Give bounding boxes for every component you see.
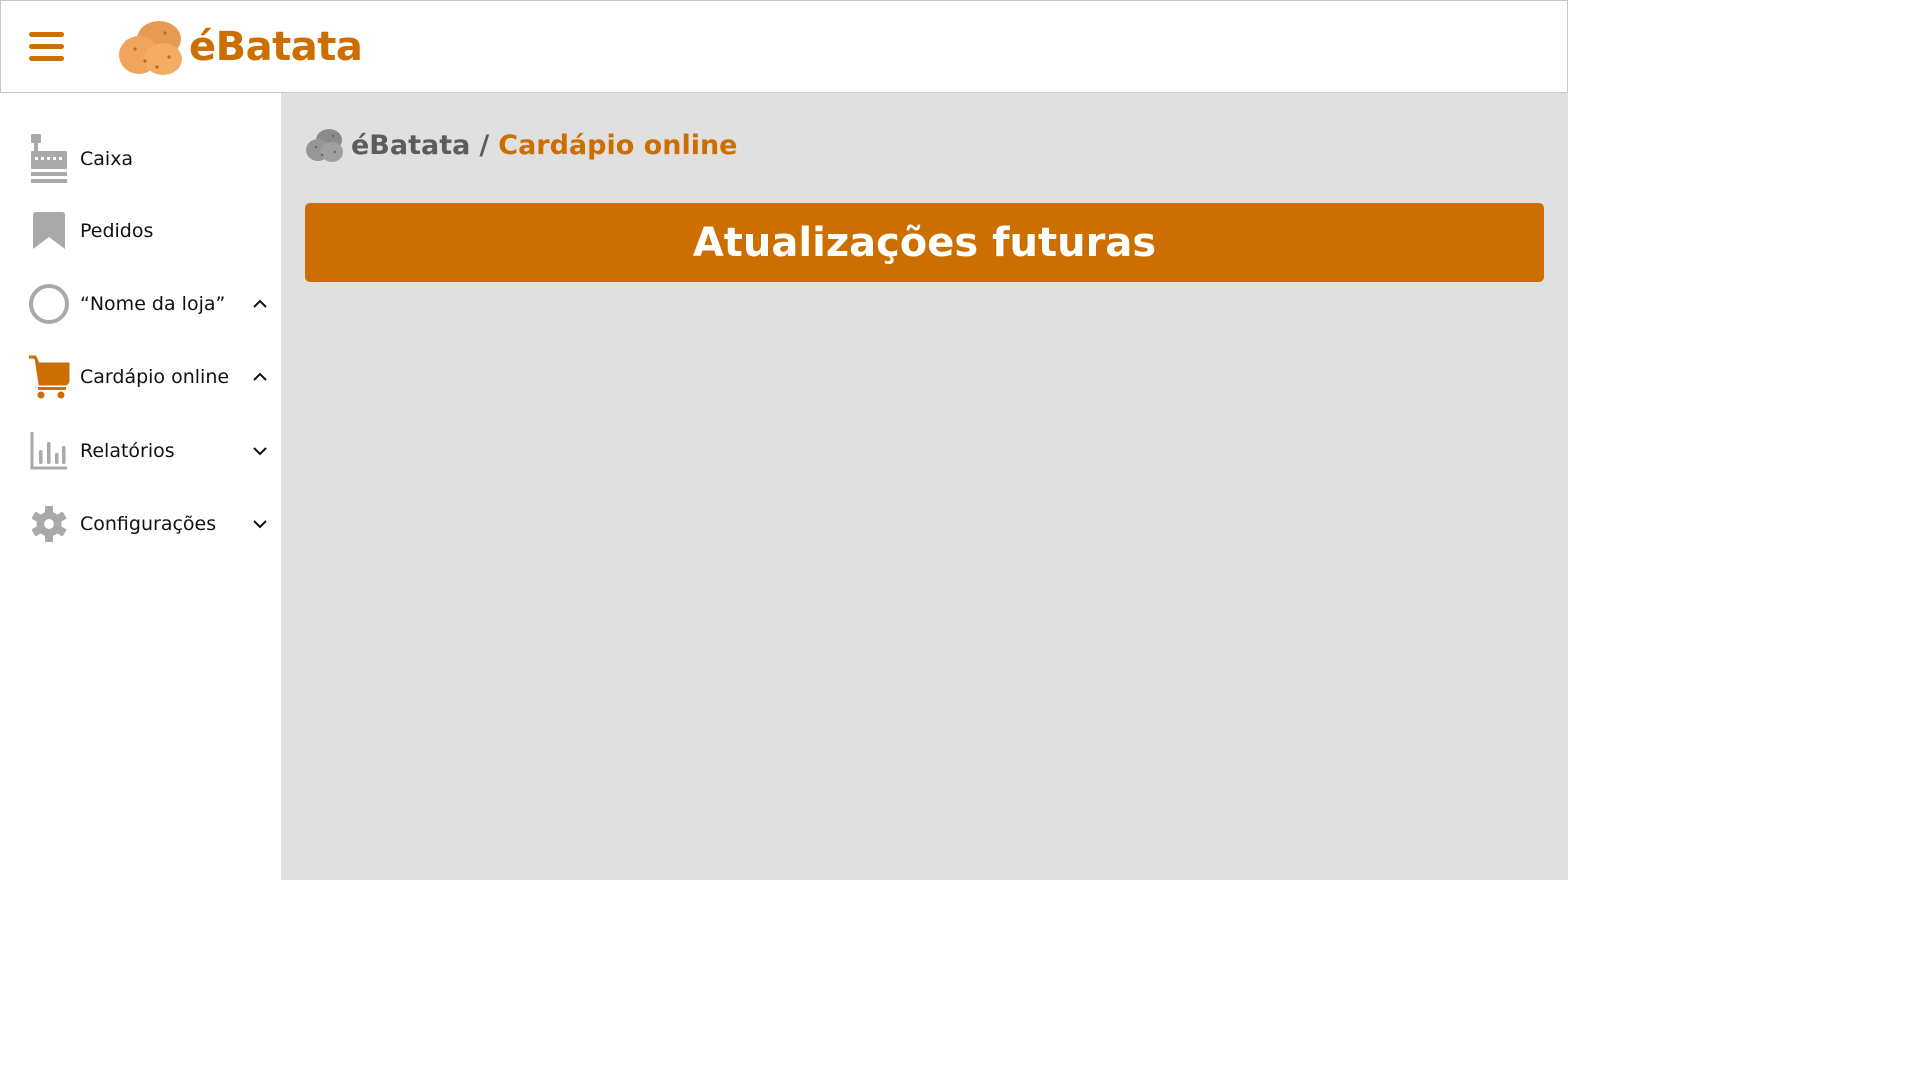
sidebar-item-label: Caixa [80, 148, 134, 170]
sidebar-item-cardapio-online[interactable]: Cardápio online [0, 347, 281, 407]
sidebar-item-label: Pedidos [80, 220, 154, 242]
store-avatar-circle-icon [28, 279, 70, 329]
sidebar: Caixa Pedidos “Nome da loja” Cardápio on… [0, 93, 281, 880]
sidebar-item-pedidos[interactable]: Pedidos [0, 201, 281, 261]
sidebar-item-label: Cardápio online [80, 366, 230, 388]
potato-logo-icon [119, 21, 182, 75]
sidebar-item-label: Configurações [80, 513, 217, 535]
chevron-up-icon[interactable] [250, 367, 270, 387]
sidebar-item-label: Relatórios [80, 440, 175, 462]
breadcrumb-root-link[interactable]: éBatata [351, 130, 470, 161]
bar-chart-icon [28, 426, 70, 476]
sidebar-item-configuracoes[interactable]: Configurações [0, 494, 281, 554]
sidebar-item-caixa[interactable]: Caixa [0, 129, 281, 189]
brand-name: éBatata [189, 24, 363, 70]
gear-icon [28, 499, 70, 549]
potato-breadcrumb-icon [306, 129, 343, 162]
main-content: éBatata / Cardápio online Atualizações f… [281, 93, 1568, 880]
future-updates-banner: Atualizações futuras [305, 203, 1544, 282]
breadcrumb-current: Cardápio online [498, 129, 738, 161]
breadcrumb: éBatata / Cardápio online [305, 125, 738, 165]
chevron-down-icon[interactable] [250, 441, 270, 461]
sidebar-item-label: “Nome da loja” [80, 293, 226, 315]
top-header: éBatata [0, 0, 1568, 93]
breadcrumb-separator: / [479, 129, 490, 161]
shopping-cart-icon [28, 352, 70, 402]
sidebar-item-relatorios[interactable]: Relatórios [0, 421, 281, 481]
hamburger-menu-icon[interactable] [29, 31, 65, 63]
chevron-up-icon[interactable] [250, 294, 270, 314]
brand-logo[interactable]: éBatata [117, 15, 363, 79]
cash-register-icon [28, 134, 70, 184]
chevron-down-icon[interactable] [250, 514, 270, 534]
bookmark-icon [28, 206, 70, 256]
banner-title: Atualizações futuras [692, 219, 1157, 266]
sidebar-item-store[interactable]: “Nome da loja” [0, 274, 281, 334]
